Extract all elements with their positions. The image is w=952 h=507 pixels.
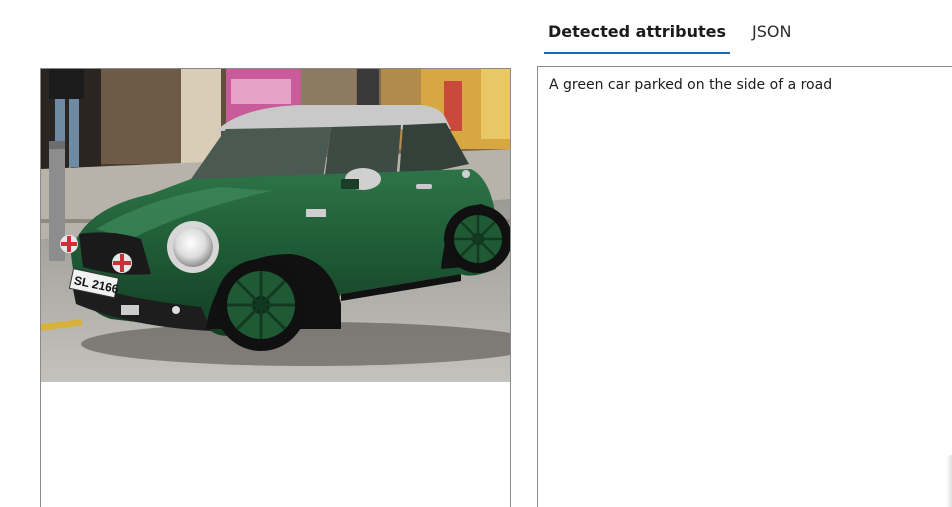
scroll-edge-shadow xyxy=(946,455,952,507)
car-photo: LUX xyxy=(41,69,510,382)
detected-attributes-panel: A green car parked on the side of a road xyxy=(537,66,952,507)
tab-list: Detected attributes JSON xyxy=(538,14,817,54)
tab-json[interactable]: JSON xyxy=(752,14,791,54)
caption-text: A green car parked on the side of a road xyxy=(549,77,833,93)
page: Detected attributes JSON SL 2166 A green… xyxy=(0,0,952,507)
tab-detected-attributes[interactable]: Detected attributes xyxy=(538,14,730,54)
image-preview-pane: LUX xyxy=(40,68,511,507)
